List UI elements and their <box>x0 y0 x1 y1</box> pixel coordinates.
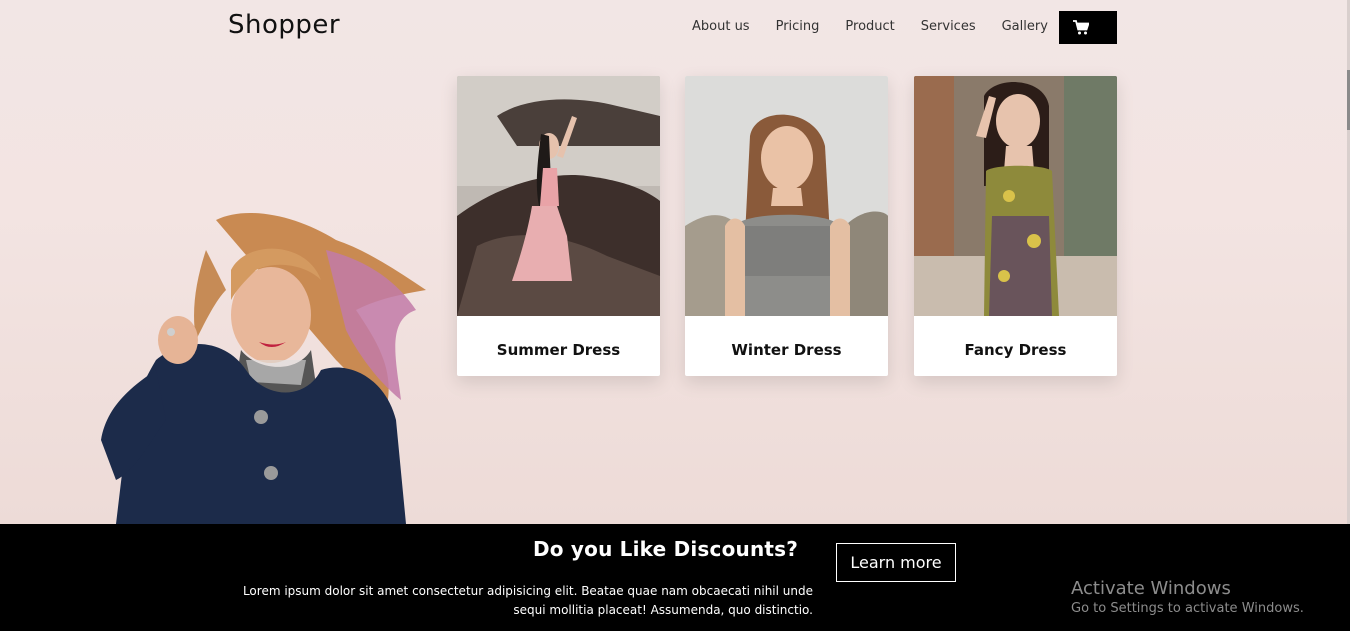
hero-section: Shopper About us Pricing Product Service… <box>0 0 1350 524</box>
product-image-fancy-dress <box>914 76 1117 316</box>
product-title-fancy-dress: Fancy Dress <box>964 341 1067 359</box>
cart-button[interactable] <box>1059 11 1117 44</box>
main-nav: About us Pricing Product Services Galler… <box>692 18 1074 36</box>
product-image-winter-dress <box>685 76 888 316</box>
promo-title: Do you Like Discounts? <box>533 537 799 561</box>
product-title-summer-dress: Summer Dress <box>496 341 621 359</box>
watermark-line-1: Activate Windows <box>1071 578 1231 599</box>
nav-item-services[interactable]: Services <box>921 18 976 36</box>
nav-item-pricing[interactable]: Pricing <box>776 18 820 36</box>
product-image-summer-dress <box>457 76 660 316</box>
learn-more-button[interactable]: Learn more <box>836 543 956 582</box>
product-card-winter-dress[interactable]: Winter Dress <box>685 76 888 376</box>
product-card-summer-dress[interactable]: Summer Dress <box>457 76 660 376</box>
product-title-winter-dress: Winter Dress <box>731 341 842 359</box>
nav-item-about[interactable]: About us <box>692 18 750 36</box>
product-card-fancy-dress[interactable]: Fancy Dress <box>914 76 1117 376</box>
logo[interactable]: Shopper <box>228 10 340 40</box>
cart-icon <box>1073 19 1089 34</box>
discount-banner: Do you Like Discounts? Learn more Lorem … <box>0 524 1350 631</box>
promo-text: Lorem ipsum dolor sit amet consectetur a… <box>242 584 813 617</box>
hero-model-image <box>101 212 426 524</box>
windows-activation-watermark: Activate Windows Go to Settings to activ… <box>1071 578 1304 616</box>
nav-item-product[interactable]: Product <box>845 18 894 36</box>
nav-item-gallery[interactable]: Gallery <box>1002 18 1048 36</box>
watermark-line-2: Go to Settings to activate Windows. <box>1071 601 1304 616</box>
